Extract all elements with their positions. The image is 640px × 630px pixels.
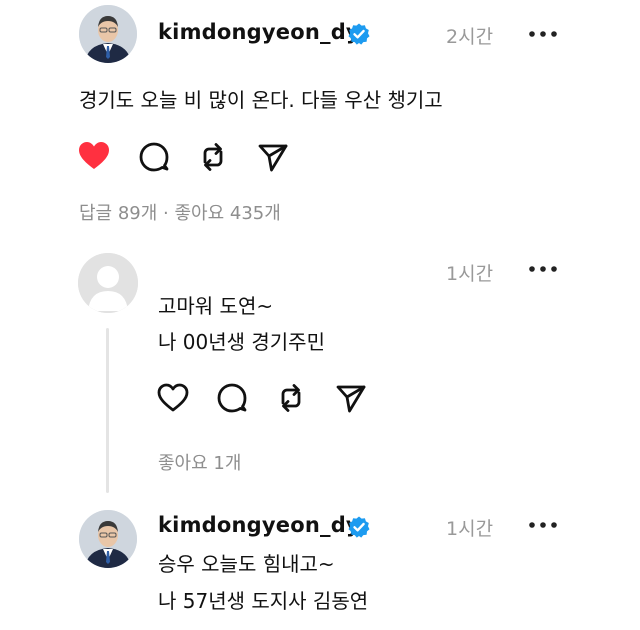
comment-icon[interactable] bbox=[137, 140, 171, 174]
post-time: 2시간 bbox=[446, 26, 494, 48]
repost-icon[interactable] bbox=[196, 140, 230, 174]
more-icon[interactable] bbox=[526, 259, 560, 279]
more-icon[interactable] bbox=[526, 24, 560, 44]
reply-time: 1시간 bbox=[446, 263, 494, 285]
send-icon[interactable] bbox=[256, 140, 290, 174]
author-username[interactable]: kimdongyeon_dy bbox=[158, 513, 360, 537]
reply-avatar[interactable] bbox=[78, 253, 138, 313]
default-user-icon bbox=[78, 253, 138, 313]
heart-icon[interactable] bbox=[156, 381, 190, 415]
repost-icon[interactable] bbox=[274, 381, 308, 415]
author-username[interactable]: kimdongyeon_dy bbox=[158, 20, 360, 44]
author-avatar[interactable] bbox=[79, 5, 137, 63]
more-icon[interactable] bbox=[526, 515, 560, 535]
post-text: 경기도 오늘 비 많이 온다. 다들 우산 챙기고 bbox=[79, 88, 443, 112]
send-icon[interactable] bbox=[334, 381, 368, 415]
avatar-photo bbox=[79, 5, 137, 63]
heart-icon[interactable] bbox=[77, 139, 111, 173]
post-stats[interactable]: 답글 89개 · 좋아요 435개 bbox=[79, 199, 281, 225]
avatar-photo bbox=[79, 510, 137, 568]
reply-text-line-2: 나 00년생 경기주민 bbox=[158, 330, 325, 354]
verified-badge-icon bbox=[348, 516, 370, 538]
author-avatar[interactable] bbox=[79, 510, 137, 568]
reply-text-line-1: 고마워 도연~ bbox=[158, 294, 274, 318]
comment-icon[interactable] bbox=[215, 381, 249, 415]
reply-stats[interactable]: 좋아요 1개 bbox=[158, 449, 241, 475]
reply-text-line-1: 승우 오늘도 힘내고~ bbox=[158, 552, 335, 576]
verified-badge-icon bbox=[348, 23, 370, 45]
thread-line bbox=[106, 328, 109, 493]
reply-time: 1시간 bbox=[446, 518, 494, 540]
reply-text-line-2: 나 57년생 도지사 김동연 bbox=[158, 589, 369, 613]
